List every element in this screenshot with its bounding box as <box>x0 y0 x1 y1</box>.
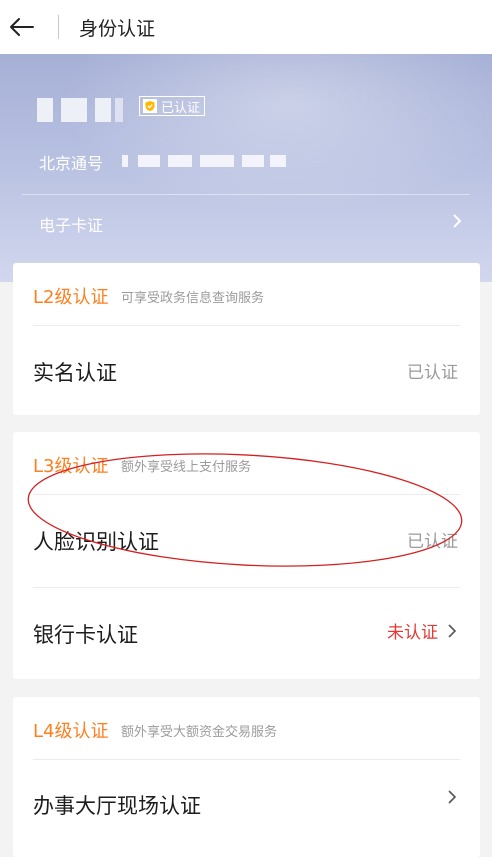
level-title: L2级认证 <box>33 287 109 308</box>
verify-row-face[interactable]: 人脸识别认证 已认证 <box>33 495 460 587</box>
l3-card-header: L3级认证 额外享受线上支付服务 <box>33 432 460 495</box>
profile-divider <box>22 194 470 195</box>
account-label: 北京通号 <box>39 154 104 173</box>
verified-badge: 已认证 <box>139 96 206 116</box>
verified-shield-icon <box>143 99 157 113</box>
verify-status-unverified: 未认证 <box>387 623 438 643</box>
level-description: 额外享受线上支付服务 <box>121 460 252 475</box>
chevron-right-icon[interactable] <box>446 788 458 806</box>
level-title: L3级认证 <box>33 456 109 477</box>
top-bar: 身份认证 <box>0 0 492 54</box>
title-divider <box>58 15 59 39</box>
profile-header: 已认证 北京通号 电子卡证 <box>0 54 492 282</box>
l4-card: L4级认证 额外享受大额资金交易服务 办事大厅现场认证 <box>13 697 480 857</box>
l2-card: L2级认证 可享受政务信息查询服务 实名认证 已认证 <box>13 263 480 415</box>
user-name-blurred <box>37 98 123 122</box>
verified-badge-label: 已认证 <box>161 100 201 116</box>
level-title: L4级认证 <box>33 721 109 742</box>
verify-row-onsite[interactable]: 办事大厅现场认证 <box>33 760 460 852</box>
verify-row-label: 实名认证 <box>33 361 117 385</box>
page-title: 身份认证 <box>79 17 156 40</box>
verify-status: 已认证 <box>407 363 458 383</box>
l3-card: L3级认证 额外享受线上支付服务 人脸识别认证 已认证 银行卡认证 未认证 <box>13 432 480 679</box>
chevron-right-icon[interactable] <box>450 211 464 231</box>
arrow-left-icon <box>10 18 34 36</box>
back-button[interactable] <box>4 10 38 44</box>
account-number-blurred <box>120 155 290 167</box>
level-description: 额外享受大额资金交易服务 <box>121 725 278 740</box>
verify-row-bankcard[interactable]: 银行卡认证 未认证 <box>33 587 460 680</box>
l4-card-header: L4级认证 额外享受大额资金交易服务 <box>33 697 460 760</box>
ecard-entry[interactable]: 电子卡证 <box>39 212 103 236</box>
verify-row-label: 办事大厅现场认证 <box>33 794 201 818</box>
level-description: 可享受政务信息查询服务 <box>121 291 265 306</box>
verify-row-label: 银行卡认证 <box>33 623 138 647</box>
verify-row-label: 人脸识别认证 <box>33 530 159 554</box>
l2-card-header: L2级认证 可享受政务信息查询服务 <box>33 263 460 326</box>
verify-row-realname[interactable]: 实名认证 已认证 <box>33 326 460 415</box>
verify-status: 已认证 <box>407 532 458 552</box>
chevron-right-icon[interactable] <box>446 622 458 640</box>
